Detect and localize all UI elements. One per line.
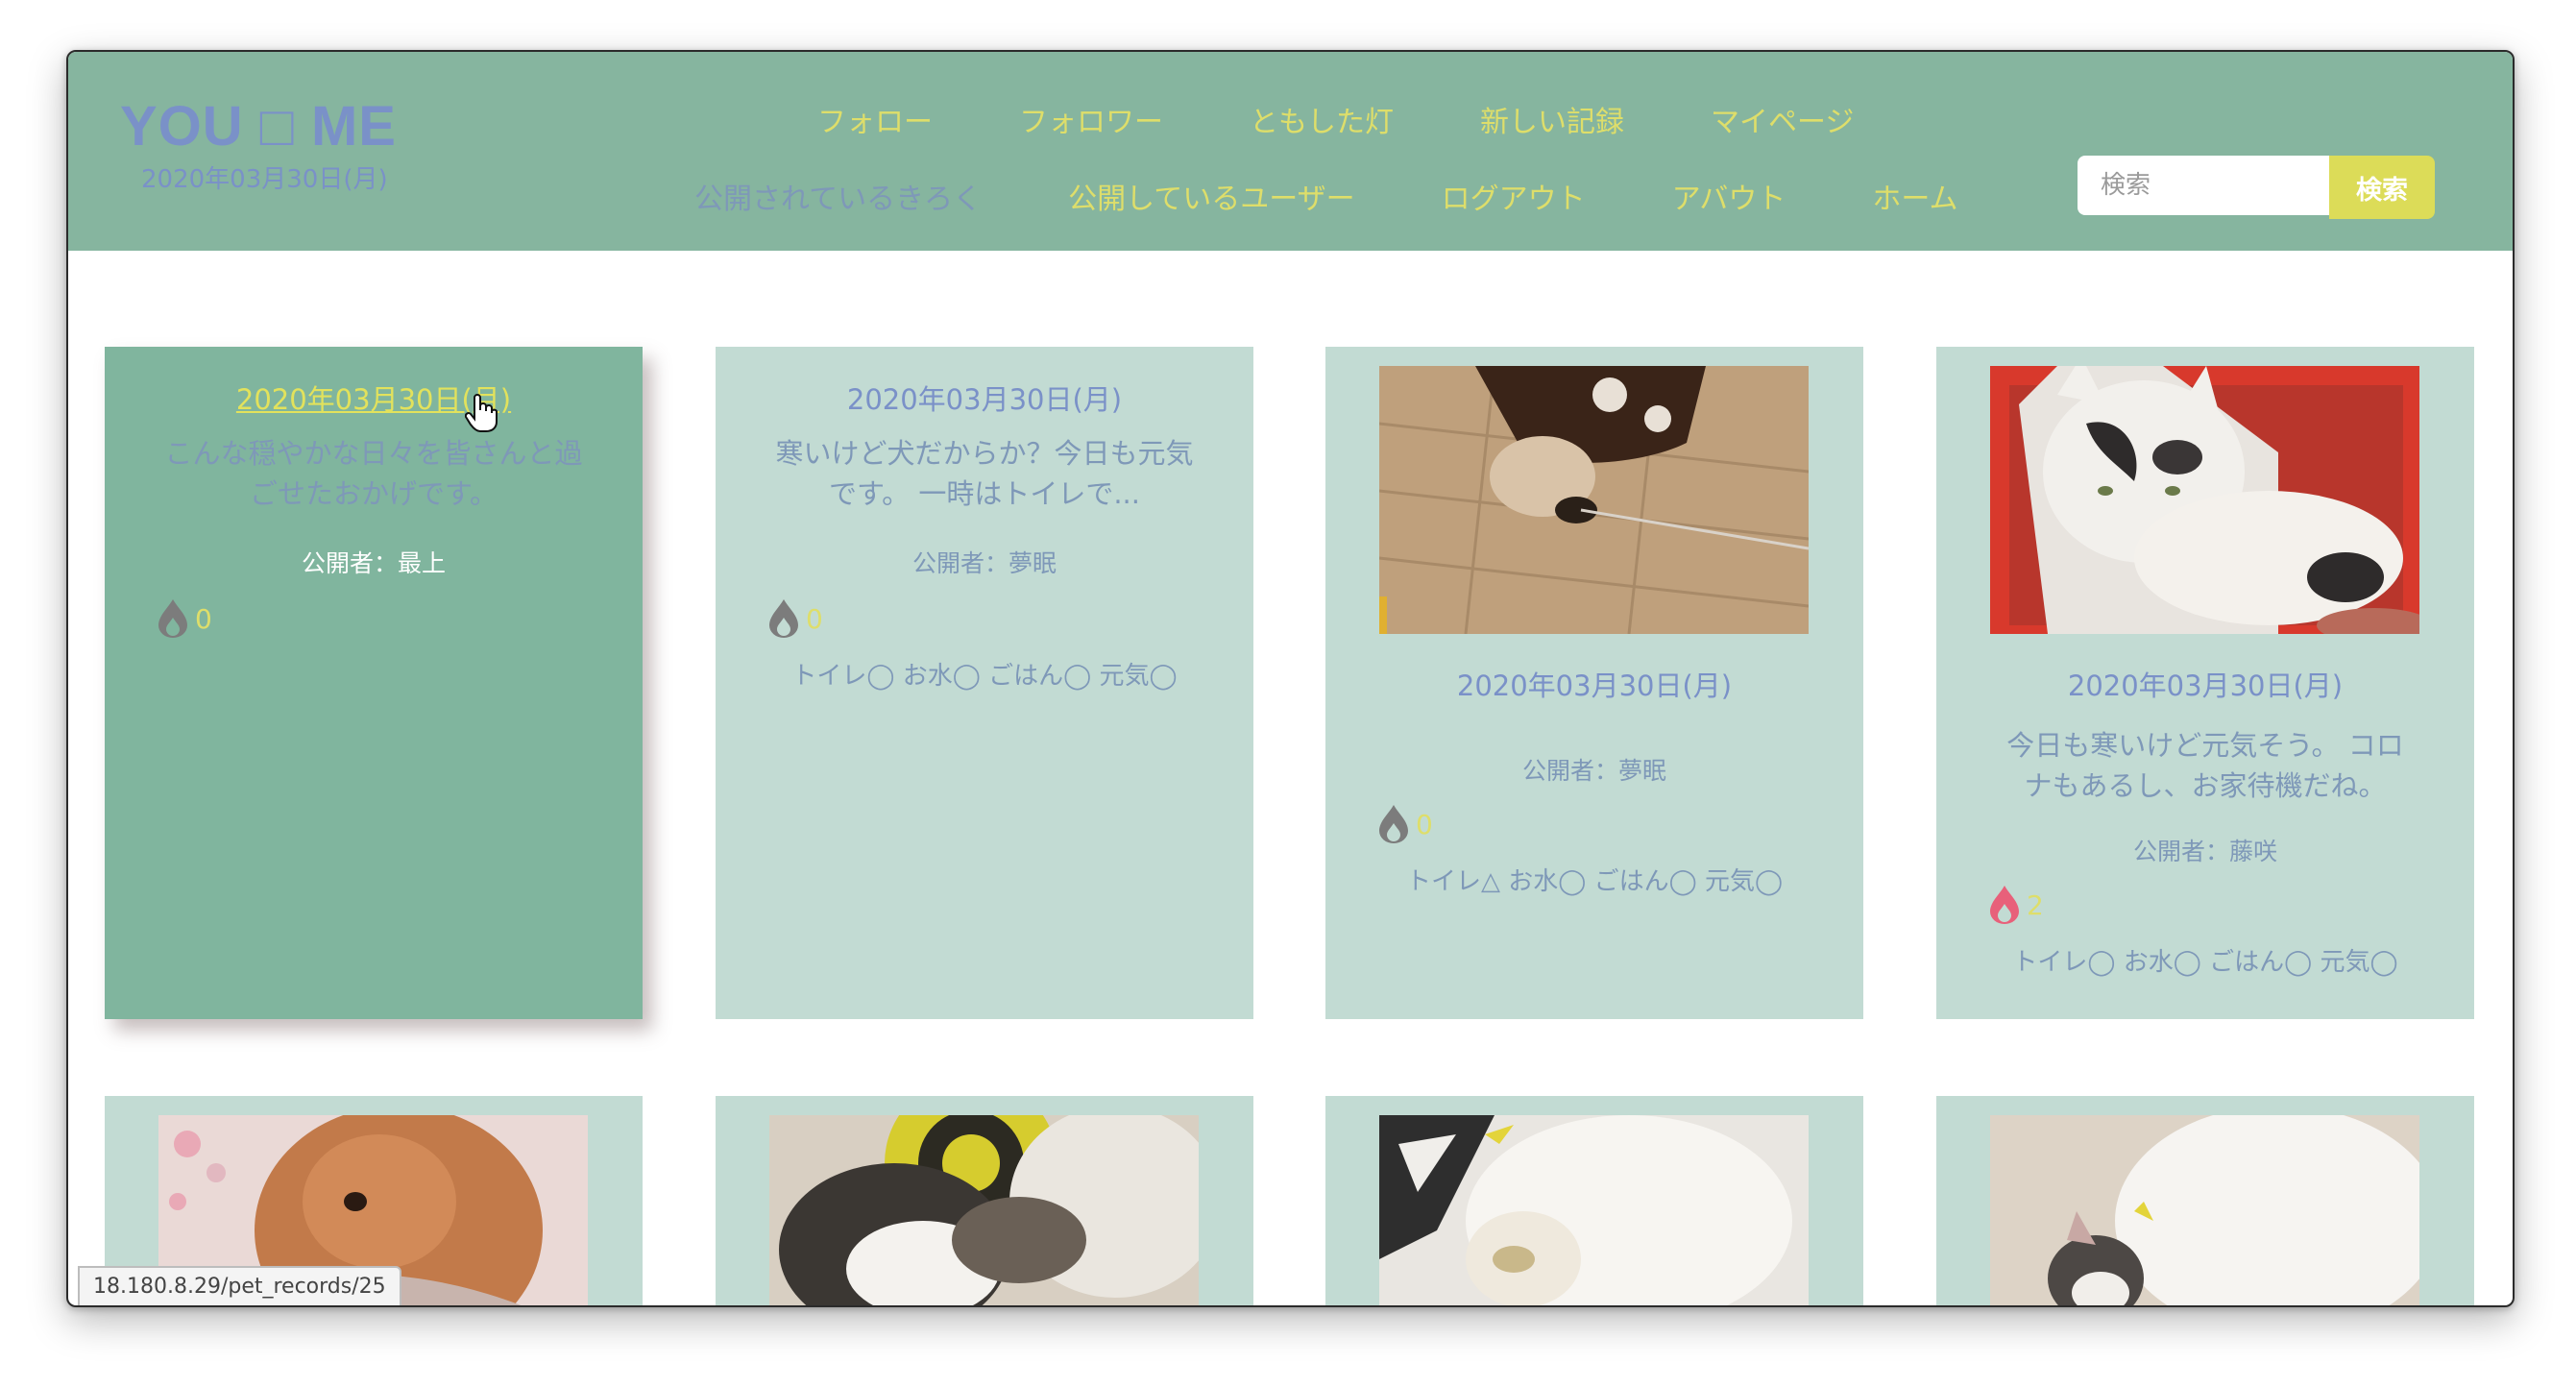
care-status: トイレ◯ お水◯ ごはん◯ 元気◯ bbox=[791, 662, 1178, 691]
cat-photo[interactable] bbox=[1990, 366, 2419, 634]
link-preview-statusbar: 18.180.8.29/pet_records/25 bbox=[78, 1266, 401, 1305]
cat-on-blanket-photo[interactable] bbox=[1990, 1115, 2419, 1305]
record-card[interactable]: 2020年03月30日(月) 公開者：夢眠 0 トイレ△ お水◯ ごはん◯ 元気… bbox=[1325, 347, 1863, 1019]
search-input[interactable] bbox=[2078, 156, 2329, 215]
search-form: 検索 bbox=[2078, 156, 2438, 219]
header-date: 2020年03月30日(月) bbox=[141, 165, 388, 194]
flame-icon bbox=[158, 599, 187, 638]
like-button[interactable]: 0 bbox=[1377, 804, 1433, 844]
like-button[interactable]: 0 bbox=[157, 598, 212, 639]
record-card[interactable]: 2020年03月30日(月) 今日も寒いけど元気そう。 コロナもあるし、お家待機… bbox=[1936, 347, 2474, 1019]
sleeping-cat-photo[interactable] bbox=[769, 1115, 1199, 1305]
record-card[interactable]: 2020年03月30日(月) こんな穏やかな日々を皆さんと過ごせたおかげです。 … bbox=[105, 347, 643, 1019]
card-date-link[interactable]: 2020年03月30日(月) bbox=[716, 377, 1253, 418]
like-count: 0 bbox=[806, 602, 823, 635]
care-status: トイレ◯ お水◯ ごはん◯ 元気◯ bbox=[2012, 948, 2398, 977]
dog-photo[interactable] bbox=[1379, 366, 1809, 634]
white-cat-photo[interactable] bbox=[1379, 1115, 1809, 1305]
record-card[interactable] bbox=[1936, 1096, 2474, 1305]
record-card[interactable]: 2020年03月30日(月) 寒いけど犬だからか？今日も元気です。 一時はトイレ… bbox=[716, 347, 1253, 1019]
care-status: トイレ△ お水◯ ごはん◯ 元気◯ bbox=[1405, 867, 1784, 896]
flame-icon bbox=[1990, 886, 2019, 924]
nav-about[interactable]: アバウト bbox=[1672, 175, 1786, 217]
card-author: 公開者：夢眠 bbox=[911, 549, 1057, 577]
nav-follow[interactable]: フォロー bbox=[817, 98, 933, 140]
card-body-text: こんな穏やかな日々を皆さんと過ごせたおかげです。 bbox=[164, 437, 583, 510]
flame-icon bbox=[1379, 805, 1408, 843]
card-date-link[interactable]: 2020年03月30日(月) bbox=[1325, 664, 1863, 704]
like-count: 0 bbox=[1416, 808, 1433, 840]
card-author: 公開者：夢眠 bbox=[1521, 757, 1666, 785]
like-button[interactable]: 2 bbox=[1988, 885, 2044, 925]
record-card[interactable] bbox=[1325, 1096, 1863, 1305]
card-date-link[interactable]: 2020年03月30日(月) bbox=[105, 377, 643, 418]
search-button[interactable]: 検索 bbox=[2329, 156, 2435, 219]
nav-my-page[interactable]: マイページ bbox=[1711, 98, 1854, 140]
hand-cursor-icon bbox=[465, 394, 498, 432]
browser-window: YOU □ ME 2020年03月30日(月) フォロー フォロワー ともした灯… bbox=[66, 50, 2515, 1307]
card-body-text: 寒いけど犬だからか？今日も元気です。 一時はトイレで... bbox=[775, 437, 1194, 510]
nav-logout[interactable]: ログアウト bbox=[1442, 175, 1586, 217]
nav-public-users[interactable]: 公開しているユーザー bbox=[1068, 175, 1355, 217]
nav-lit-lights[interactable]: ともした灯 bbox=[1250, 98, 1394, 140]
site-header: YOU □ ME 2020年03月30日(月) フォロー フォロワー ともした灯… bbox=[68, 52, 2513, 251]
like-count: 0 bbox=[195, 602, 212, 635]
nav-row-secondary: 公開されているきろく 公開しているユーザー ログアウト アバウト ホーム bbox=[625, 175, 1958, 217]
flame-icon bbox=[769, 599, 798, 638]
card-author: 公開者：最上 bbox=[301, 549, 446, 577]
card-date-link[interactable]: 2020年03月30日(月) bbox=[1936, 664, 2474, 704]
card-body-text: 今日も寒いけど元気そう。 コロナもあるし、お家待機だね。 bbox=[2006, 729, 2404, 802]
like-button[interactable]: 0 bbox=[767, 598, 823, 639]
nav-followers[interactable]: フォロワー bbox=[1019, 98, 1163, 140]
nav-row-primary: フォロー フォロワー ともした灯 新しい記録 マイページ bbox=[741, 98, 1854, 140]
nav-new-record[interactable]: 新しい記録 bbox=[1480, 98, 1624, 140]
nav-public-records[interactable]: 公開されているきろく bbox=[694, 175, 982, 217]
nav-home[interactable]: ホーム bbox=[1872, 175, 1957, 217]
card-author: 公開者：藤咲 bbox=[2132, 838, 2277, 865]
site-logo[interactable]: YOU □ ME bbox=[120, 94, 397, 158]
like-count: 2 bbox=[2027, 888, 2044, 921]
record-card[interactable] bbox=[716, 1096, 1253, 1305]
